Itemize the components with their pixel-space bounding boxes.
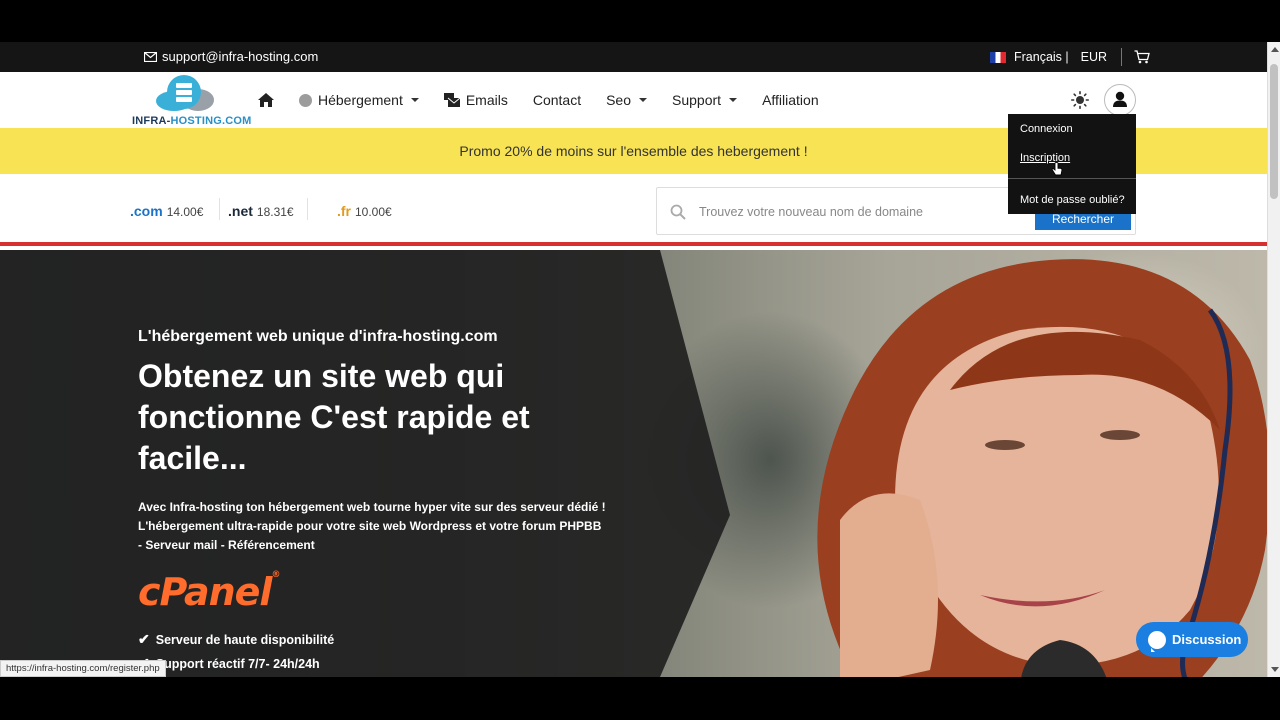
tld-extension: .fr	[337, 203, 351, 219]
user-icon	[1113, 91, 1127, 107]
brand-name-part2: HOSTING.COM	[170, 115, 252, 127]
feature-label: Support réactif 7/7- 24h/24h	[155, 656, 320, 671]
cart-icon[interactable]	[1134, 50, 1150, 64]
hero-section: L'hébergement web unique d'infra-hosting…	[0, 250, 1267, 677]
top-bar: support@infra-hosting.com Français | EUR	[0, 42, 1267, 72]
promo-text: Promo 20% de moins sur l'ensemble des he…	[459, 143, 808, 159]
scrollbar-thumb[interactable]	[1270, 64, 1278, 199]
login-link[interactable]: Connexion	[1020, 123, 1073, 135]
nav-label: Emails	[465, 92, 508, 108]
tld-price: 14.00€	[166, 205, 204, 219]
forgot-password-link[interactable]: Mot de passe oublié?	[1020, 194, 1125, 206]
link-status-bar: https://infra-hosting.com/register.php	[0, 660, 166, 677]
divider	[219, 198, 220, 220]
nav-label: Contact	[532, 92, 582, 108]
home-icon	[258, 93, 274, 107]
server-status-icon	[299, 93, 312, 107]
chevron-down-icon	[639, 98, 648, 102]
hero-subtitle: L'hébergement web unique d'infra-hosting…	[138, 328, 498, 345]
nav-label: Seo	[606, 92, 632, 108]
chat-label: Discussion	[1172, 632, 1242, 647]
account-button[interactable]	[1104, 84, 1136, 116]
tld-extension: .net	[228, 203, 253, 219]
mail-bulk-icon	[443, 93, 460, 107]
nav-label: Hébergement	[318, 92, 403, 108]
divider	[307, 198, 308, 220]
nav-label: Affiliation	[762, 92, 819, 108]
account-dropdown-menu: Connexion Inscription Mot de passe oubli…	[1008, 114, 1136, 214]
woman-with-headset-photo	[817, 259, 1267, 677]
currency-selector[interactable]: EUR	[1081, 50, 1107, 64]
nav-menu: Hébergement Emails Contact Seo Support A…	[258, 72, 844, 128]
page-scrollbar[interactable]	[1267, 42, 1280, 677]
envelope-icon	[144, 51, 157, 62]
search-placeholder: Trouvez votre nouveau nom de domaine	[699, 205, 923, 219]
search-icon	[670, 204, 686, 220]
tld-price-net[interactable]: .net 18.31€	[228, 203, 294, 219]
tld-price: 18.31€	[256, 205, 294, 219]
menu-divider	[1008, 178, 1136, 179]
hand-pointer-cursor-icon	[1051, 162, 1063, 176]
nav-home[interactable]	[258, 93, 274, 107]
browser-viewport: support@infra-hosting.com Français | EUR…	[0, 42, 1280, 677]
feature-label: Serveur de haute disponibilité	[155, 632, 335, 647]
hero-description-line: - Serveur mail - Référencement	[138, 538, 315, 552]
site-logo[interactable]: INFRA-HOSTING.COM	[130, 74, 251, 128]
nav-item-support[interactable]: Support	[672, 92, 738, 108]
support-email-link[interactable]: support@infra-hosting.com	[144, 49, 318, 64]
chevron-down-icon	[729, 98, 738, 102]
language-selector[interactable]: Français |	[1014, 50, 1069, 64]
tld-extension: .com	[130, 203, 163, 219]
brand-name-part1: INFRA-	[132, 115, 171, 127]
cpanel-logo: cPanel®	[138, 570, 280, 614]
france-flag-icon	[990, 51, 1006, 63]
chat-bubble-icon	[1148, 630, 1166, 652]
nav-item-contact[interactable]: Contact	[533, 92, 581, 108]
cloud-server-logo-icon	[156, 75, 214, 111]
chevron-down-icon	[410, 98, 419, 102]
tld-price: 10.00€	[355, 205, 392, 219]
tld-price-fr[interactable]: .fr 10.00€	[337, 203, 392, 219]
nav-item-affiliation[interactable]: Affiliation	[762, 92, 819, 108]
tld-price-com[interactable]: .com 14.00€	[130, 203, 203, 219]
check-icon: ✔	[138, 631, 150, 647]
divider	[1121, 48, 1123, 66]
feature-item: ✔ Serveur de haute disponibilité	[138, 631, 334, 648]
chat-button[interactable]: Discussion	[1136, 622, 1248, 657]
scroll-down-icon[interactable]	[1271, 667, 1279, 672]
scroll-up-icon[interactable]	[1271, 47, 1279, 52]
hero-description-line: L'hébergement ultra-rapide pour votre si…	[138, 519, 602, 533]
nav-item-emails[interactable]: Emails	[443, 92, 508, 108]
hero-description: Avec Infra-hosting ton hébergement web t…	[138, 498, 658, 555]
nav-item-hebergement[interactable]: Hébergement	[299, 92, 419, 108]
nav-item-seo[interactable]: Seo	[606, 92, 648, 108]
hero-title: Obtenez un site web qui fonctionne C'est…	[138, 358, 530, 476]
support-email: support@infra-hosting.com	[162, 49, 319, 64]
hero-description-line: Avec Infra-hosting ton hébergement web t…	[138, 500, 606, 514]
theme-toggle-sun-icon[interactable]	[1071, 91, 1089, 109]
nav-label: Support	[672, 92, 722, 108]
